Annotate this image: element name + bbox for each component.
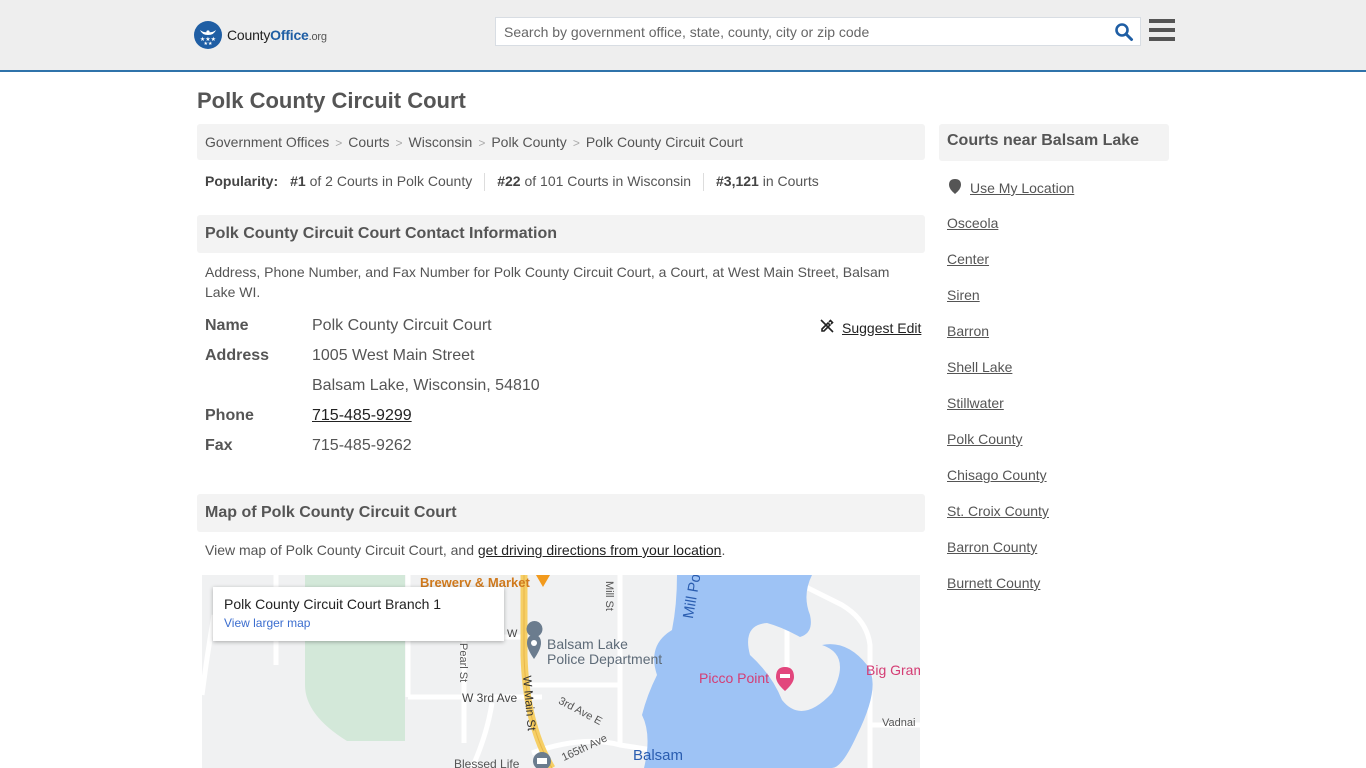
phone-link[interactable]: 715-485-9299 xyxy=(312,407,412,424)
brewery-pin-icon xyxy=(536,575,550,587)
breadcrumb-separator: > xyxy=(335,136,343,150)
site-logo[interactable]: ★★★ ★★ CountyOffice.org xyxy=(194,21,327,49)
map-label-w: W xyxy=(507,628,518,640)
sidebar-link-barron[interactable]: Barron xyxy=(947,323,989,339)
sidebar-link-center[interactable]: Center xyxy=(947,251,989,267)
search-icon[interactable] xyxy=(1114,22,1134,42)
breadcrumb-government-offices[interactable]: Government Offices xyxy=(205,134,329,150)
popularity-state-rank: #22 of 101 Courts in Wisconsin xyxy=(484,173,703,191)
breadcrumb-separator: > xyxy=(572,136,580,150)
map-card-title: Polk County Circuit Court Branch 1 xyxy=(224,596,442,612)
embedded-map[interactable]: Brewery & Market Balsam Lake Police Depar… xyxy=(202,575,920,768)
contact-description: Address, Phone Number, and Fax Number fo… xyxy=(205,264,890,300)
sidebar-link-st-croix-county[interactable]: St. Croix County xyxy=(947,503,1049,519)
address-line2: Balsam Lake, Wisconsin, 54810 xyxy=(312,377,540,394)
popularity-national-rank: #3,121 in Courts xyxy=(703,173,831,191)
sidebar-heading: Courts near Balsam Lake xyxy=(939,124,1169,161)
popularity-label: Popularity: xyxy=(205,173,279,189)
map-label-mill-st: Mill St xyxy=(603,581,615,611)
popularity-county-rank: #1 of 2 Courts in Polk County xyxy=(290,173,473,189)
breadcrumb: Government Offices > Courts > Wisconsin > Polk… xyxy=(197,124,925,160)
contact-info-heading: Polk County Circuit Court Contact Inform… xyxy=(197,215,925,253)
fax-value: 715-485-9262 xyxy=(312,437,412,454)
sidebar-link-burnett-county[interactable]: Burnett County xyxy=(947,575,1040,591)
page-title: Polk County Circuit Court xyxy=(197,88,466,113)
location-pin-icon xyxy=(949,179,961,197)
name-label: Name xyxy=(205,317,249,334)
map-info-card: Polk County Circuit Court Branch 1 View … xyxy=(213,587,504,641)
police-pin-icon xyxy=(526,621,543,659)
popularity-bar: Popularity: #1 of 2 Courts in Polk Count… xyxy=(205,173,831,191)
map-label-vadnai: Vadnai xyxy=(882,717,916,729)
map-label-big-gram: Big Gram xyxy=(866,662,920,678)
map-heading: Map of Polk County Circuit Court xyxy=(197,494,925,532)
map-label-picco-point: Picco Point xyxy=(699,670,770,686)
search-box xyxy=(495,17,1141,46)
sidebar-link-chisago-county[interactable]: Chisago County xyxy=(947,467,1047,483)
site-header: ★★★ ★★ CountyOffice.org xyxy=(0,0,1366,72)
sidebar-link-polk-county[interactable]: Polk County xyxy=(947,431,1022,447)
hotel-pin-icon xyxy=(776,667,794,691)
breadcrumb-separator: > xyxy=(478,136,486,150)
map-label-w-3rd-ave: W 3rd Ave xyxy=(462,691,518,705)
sidebar-link-osceola[interactable]: Osceola xyxy=(947,215,998,231)
sidebar-link-stillwater[interactable]: Stillwater xyxy=(947,395,1004,411)
edit-off-icon xyxy=(819,318,835,337)
eagle-logo-icon: ★★★ ★★ xyxy=(194,21,222,49)
breadcrumb-current: Polk County Circuit Court xyxy=(585,134,743,150)
use-my-location-link[interactable]: Use My Location xyxy=(970,180,1074,196)
view-larger-map-link[interactable]: View larger map xyxy=(224,616,493,630)
map-label-police: Balsam Lake Police Department xyxy=(547,636,663,667)
name-value: Polk County Circuit Court xyxy=(312,317,492,334)
suggest-edit-link[interactable]: Suggest Edit xyxy=(842,320,921,336)
map-label-blessed-life: Blessed Life xyxy=(454,757,520,768)
map-description: View map of Polk County Circuit Court, a… xyxy=(205,542,726,558)
sidebar-link-shell-lake[interactable]: Shell Lake xyxy=(947,359,1012,375)
breadcrumb-polk-county[interactable]: Polk County xyxy=(491,134,566,150)
search-input[interactable] xyxy=(496,18,1106,45)
address-label: Address xyxy=(205,347,270,364)
breadcrumb-wisconsin[interactable]: Wisconsin xyxy=(409,134,473,150)
sidebar-link-siren[interactable]: Siren xyxy=(947,287,980,303)
breadcrumb-courts[interactable]: Courts xyxy=(348,134,389,150)
svg-text:★★: ★★ xyxy=(204,41,213,46)
address-line1: 1005 West Main Street xyxy=(312,347,475,364)
sidebar-link-barron-county[interactable]: Barron County xyxy=(947,539,1037,555)
driving-directions-link[interactable]: get driving directions from your locatio… xyxy=(478,542,722,558)
suggest-edit[interactable]: Suggest Edit xyxy=(819,318,921,337)
map-label-balsam: Balsam xyxy=(633,747,684,764)
hamburger-menu-icon[interactable] xyxy=(1149,19,1175,42)
logo-text: CountyOffice.org xyxy=(227,27,327,43)
use-my-location[interactable]: Use My Location xyxy=(949,179,1074,197)
breadcrumb-separator: > xyxy=(395,136,403,150)
map-label-pearl-st: Pearl St xyxy=(457,643,469,683)
fax-label: Fax xyxy=(205,437,233,454)
phone-label: Phone xyxy=(205,407,254,424)
